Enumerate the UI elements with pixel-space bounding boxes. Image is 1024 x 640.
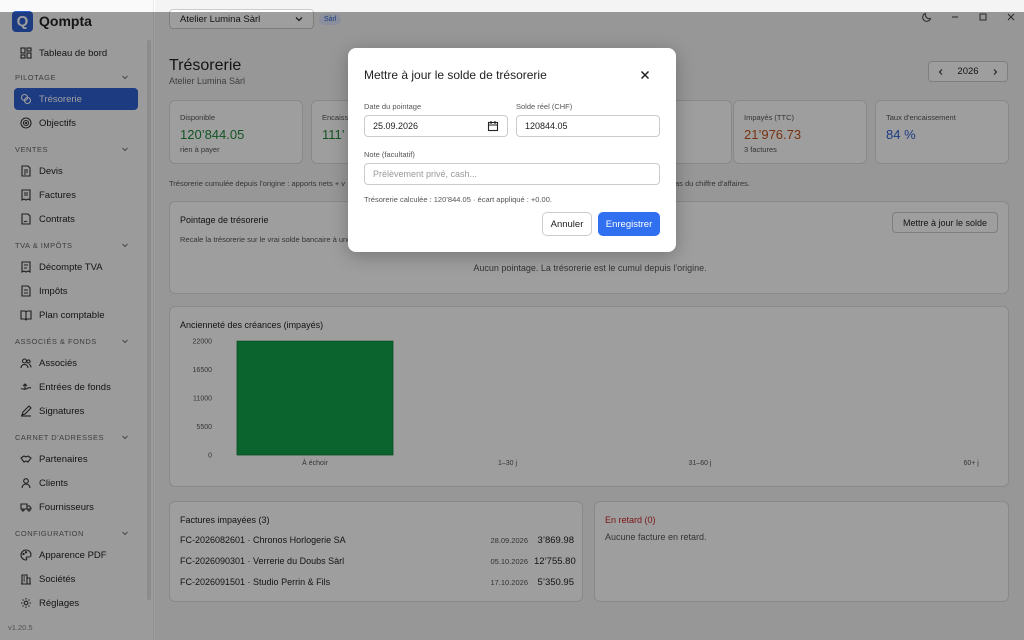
note-field[interactable]: Prélèvement privé, cash... xyxy=(364,163,660,185)
balance-field[interactable]: 120844.05 xyxy=(516,115,660,137)
date-value: 25.09.2026 xyxy=(373,121,419,131)
date-field[interactable]: 25.09.2026 xyxy=(364,115,508,137)
date-label: Date du pointage xyxy=(364,102,422,111)
close-icon[interactable] xyxy=(639,69,651,81)
save-button[interactable]: Enregistrer xyxy=(598,212,660,236)
cancel-button[interactable]: Annuler xyxy=(542,212,592,236)
note-label: Note (facultatif) xyxy=(364,150,415,159)
balance-label: Solde réel (CHF) xyxy=(516,102,573,111)
calendar-icon[interactable] xyxy=(487,120,499,132)
calculated-treasury: Trésorerie calculée : 120’844.05 · écart… xyxy=(364,195,552,204)
update-balance-dialog: Mettre à jour le solde de trésorerie Dat… xyxy=(348,48,676,252)
dialog-title: Mettre à jour le solde de trésorerie xyxy=(364,68,547,82)
